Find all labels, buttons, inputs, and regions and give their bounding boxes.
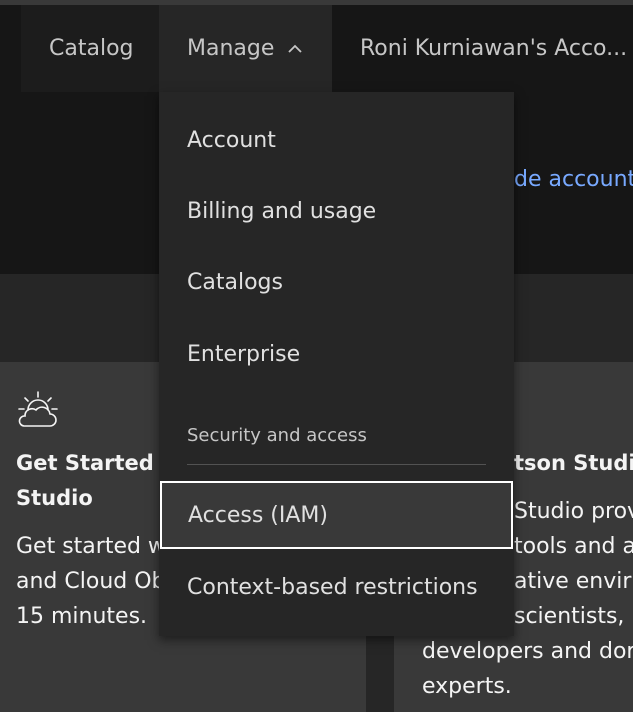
menu-item-access-iam[interactable]: Access (IAM) bbox=[160, 481, 513, 549]
menu-section-heading: Security and access bbox=[187, 425, 367, 446]
cloud-sun-icon bbox=[18, 391, 58, 427]
menu-item-label: Enterprise bbox=[187, 341, 301, 367]
menu-divider bbox=[187, 464, 486, 465]
card-body-line: developers and dor bbox=[422, 639, 633, 664]
card-title: Get Started w Studio bbox=[16, 446, 181, 516]
chevron-up-icon bbox=[288, 44, 303, 53]
card-description: Get started w and Cloud Ob 15 minutes. bbox=[16, 529, 166, 634]
nav-catalog-label: Catalog bbox=[49, 36, 134, 61]
nav-account-switcher[interactable]: Roni Kurniawan's Acco... bbox=[332, 5, 633, 92]
menu-item-enterprise[interactable]: Enterprise bbox=[159, 319, 514, 389]
card-body-line: Get started w bbox=[16, 534, 166, 559]
menu-item-context-based-restrictions[interactable]: Context-based restrictions bbox=[159, 552, 514, 622]
upgrade-account-link[interactable]: de account bbox=[514, 167, 633, 192]
card-body-line: experts. bbox=[422, 674, 512, 699]
menu-item-billing-and-usage[interactable]: Billing and usage bbox=[159, 176, 514, 246]
card-title-line: Get Started w bbox=[16, 451, 181, 475]
menu-item-catalogs[interactable]: Catalogs bbox=[159, 247, 514, 317]
top-navigation: Catalog Manage Roni Kurniawan's Acco... bbox=[0, 0, 633, 92]
nav-catalog-link[interactable]: Catalog bbox=[21, 5, 162, 92]
nav-account-label: Roni Kurniawan's Acco... bbox=[360, 36, 628, 61]
card-title: tson Studio bbox=[514, 446, 633, 481]
card-body-line: 15 minutes. bbox=[16, 604, 148, 629]
menu-item-label: Account bbox=[187, 127, 276, 153]
nav-manage-label: Manage bbox=[187, 36, 275, 61]
nav-manage-menu-button[interactable]: Manage bbox=[159, 5, 332, 92]
card-title-line: tson Studio bbox=[514, 451, 633, 475]
menu-item-label: Billing and usage bbox=[187, 198, 377, 224]
card-title-line: Studio bbox=[16, 486, 93, 510]
manage-dropdown-menu: Account Billing and usage Catalogs Enter… bbox=[159, 92, 514, 636]
menu-item-label: Catalogs bbox=[187, 269, 283, 295]
menu-item-account[interactable]: Account bbox=[159, 105, 514, 175]
menu-item-label: Access (IAM) bbox=[188, 502, 328, 528]
menu-item-label: Context-based restrictions bbox=[187, 574, 478, 600]
card-body-line: and Cloud Ob bbox=[16, 569, 166, 594]
